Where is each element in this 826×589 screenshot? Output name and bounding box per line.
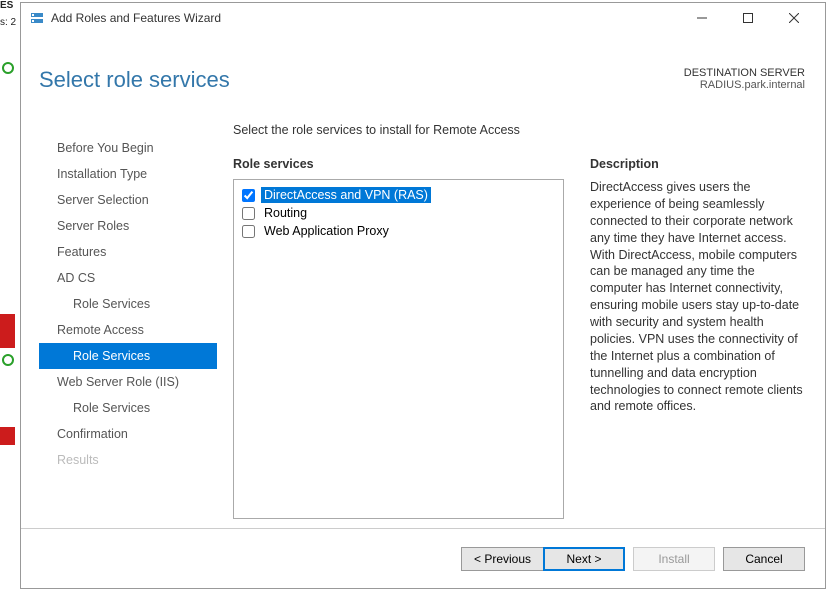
wizard-nav: Before You BeginInstallation TypeServer … xyxy=(39,123,217,522)
page-header: Select role services DESTINATION SERVER … xyxy=(21,33,825,105)
role-service-label: Routing xyxy=(261,205,310,221)
role-service-checkbox[interactable] xyxy=(242,189,255,202)
minimize-button[interactable] xyxy=(679,3,725,33)
server-manager-icon xyxy=(29,10,45,26)
close-button[interactable] xyxy=(771,3,817,33)
next-button[interactable]: Next > xyxy=(543,547,625,571)
destination-server-name: RADIUS.park.internal xyxy=(684,79,805,91)
frag-ring xyxy=(2,62,14,74)
nav-item[interactable]: Confirmation xyxy=(39,421,217,447)
instruction-text: Select the role services to install for … xyxy=(233,123,805,137)
frag-text: s: 2 xyxy=(0,17,16,28)
nav-item[interactable]: Server Roles xyxy=(39,213,217,239)
nav-item: Results xyxy=(39,447,217,473)
content-area: Before You BeginInstallation TypeServer … xyxy=(21,105,825,522)
titlebar: Add Roles and Features Wizard xyxy=(21,3,825,33)
role-services-header: Role services xyxy=(233,157,564,171)
nav-item[interactable]: Role Services xyxy=(39,291,217,317)
wizard-window: Add Roles and Features Wizard Select rol… xyxy=(20,2,826,589)
system-buttons xyxy=(679,3,817,33)
nav-button-pair: < Previous Next > xyxy=(461,547,625,571)
nav-item[interactable]: Remote Access xyxy=(39,317,217,343)
footer: < Previous Next > Install Cancel xyxy=(21,528,825,588)
maximize-button[interactable] xyxy=(725,3,771,33)
role-service-checkbox[interactable] xyxy=(242,225,255,238)
frag-bar xyxy=(0,427,15,445)
nav-item[interactable]: Features xyxy=(39,239,217,265)
nav-item[interactable]: Web Server Role (IIS) xyxy=(39,369,217,395)
role-services-column: Role services DirectAccess and VPN (RAS)… xyxy=(233,157,564,522)
nav-item[interactable]: Server Selection xyxy=(39,187,217,213)
destination-label: DESTINATION SERVER xyxy=(684,67,805,79)
nav-item[interactable]: AD CS xyxy=(39,265,217,291)
role-service-item[interactable]: DirectAccess and VPN (RAS) xyxy=(240,186,557,204)
background-fragment: ES s: 2 xyxy=(0,0,20,589)
nav-item[interactable]: Before You Begin xyxy=(39,135,217,161)
role-services-list[interactable]: DirectAccess and VPN (RAS) Routing Web App… xyxy=(233,179,564,519)
description-column: Description DirectAccess gives users the… xyxy=(590,157,805,522)
main-panel: Select the role services to install for … xyxy=(217,123,805,522)
role-service-label: Web Application Proxy xyxy=(261,223,392,239)
nav-item[interactable]: Installation Type xyxy=(39,161,217,187)
previous-button[interactable]: < Previous xyxy=(461,547,543,571)
role-service-item[interactable]: Routing xyxy=(240,204,557,222)
page-title: Select role services xyxy=(39,67,230,93)
frag-text: ES xyxy=(0,0,13,11)
role-service-label: DirectAccess and VPN (RAS) xyxy=(261,187,431,203)
frag-ring xyxy=(2,354,14,366)
role-service-checkbox[interactable] xyxy=(242,207,255,220)
description-header: Description xyxy=(590,157,805,171)
nav-item[interactable]: Role Services xyxy=(39,343,217,369)
window-title: Add Roles and Features Wizard xyxy=(51,11,679,25)
description-text: DirectAccess gives users the experience … xyxy=(590,179,805,415)
columns: Role services DirectAccess and VPN (RAS)… xyxy=(233,157,805,522)
cancel-button[interactable]: Cancel xyxy=(723,547,805,571)
role-service-item[interactable]: Web Application Proxy xyxy=(240,222,557,240)
destination-block: DESTINATION SERVER RADIUS.park.internal xyxy=(684,67,805,91)
nav-item[interactable]: Role Services xyxy=(39,395,217,421)
frag-bar xyxy=(0,314,15,348)
install-button[interactable]: Install xyxy=(633,547,715,571)
